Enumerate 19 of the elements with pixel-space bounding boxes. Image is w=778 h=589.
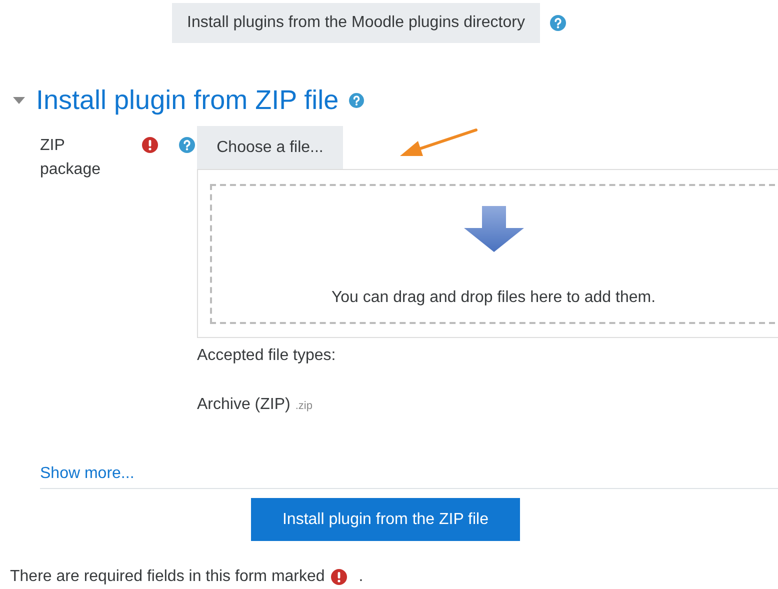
install-button[interactable]: Install plugin from the ZIP file [251,498,520,541]
file-type-name: Archive (ZIP) [197,395,290,415]
required-note: There are required fields in this form marked [10,567,325,587]
required-note-period: . [358,567,364,587]
field-label: ZIP package [40,136,98,180]
section-heading: Install plugin from ZIP file [36,87,339,114]
plugins-directory-button[interactable]: Install plugins from the Moodle plugins directory [172,3,540,43]
file-extension: .zip [295,399,312,414]
collapse-caret-icon[interactable] [12,96,26,106]
required-icon [330,569,347,585]
download-arrow-icon [464,206,524,252]
help-icon[interactable] [550,15,566,31]
accepted-types-label: Accepted file types: [197,346,337,366]
help-icon[interactable] [179,137,195,153]
dropzone[interactable]: You can drag and drop files here to add them. [210,184,775,324]
show-more-link[interactable]: Show more... [40,465,134,482]
choose-file-button[interactable]: Choose a file... [197,126,343,169]
help-icon[interactable] [348,93,364,108]
dropzone-hint: You can drag and drop files here to add them. [331,288,656,308]
